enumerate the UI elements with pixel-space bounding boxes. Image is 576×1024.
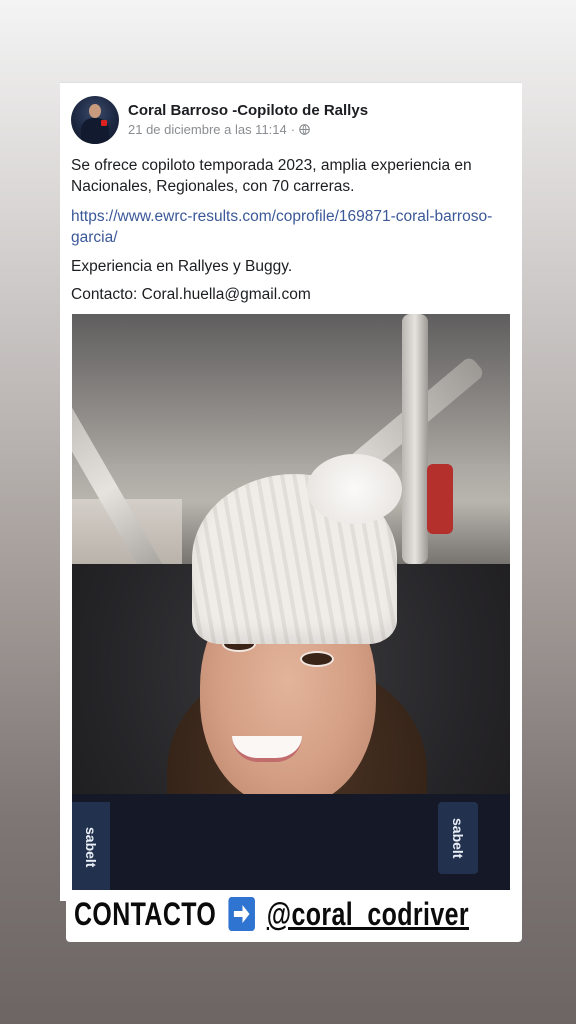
- instagram-handle[interactable]: @coral_codriver: [267, 896, 469, 932]
- post-photo[interactable]: sabelt sabelt: [72, 314, 510, 901]
- avatar-badge: [101, 120, 107, 126]
- author-name[interactable]: Coral Barroso -Copiloto de Rallys: [128, 102, 368, 119]
- contact-line: CONTACTO @coral_codriver: [74, 896, 469, 934]
- post-meta: 21 de diciembre a las 11:14 ·: [128, 122, 310, 137]
- right-eye: [300, 651, 334, 667]
- contact-banner: CONTACTO @coral_codriver: [66, 890, 522, 942]
- right-arrow-icon: [228, 896, 255, 931]
- meta-separator: ·: [290, 122, 296, 137]
- suit-logo-right: sabelt: [438, 802, 478, 874]
- suit-logo-left: sabelt: [72, 802, 110, 892]
- fire-extinguisher: [427, 464, 453, 534]
- globe-icon: [299, 124, 310, 135]
- avatar-face: [89, 104, 101, 118]
- contact-label: CONTACTO: [74, 896, 217, 932]
- post-timestamp[interactable]: 21 de diciembre a las 11:14: [128, 122, 287, 137]
- post-link[interactable]: https://www.ewrc-results.com/coprofile/1…: [71, 206, 511, 248]
- post-text-experience: Experiencia en Rallyes y Buggy.: [71, 258, 293, 275]
- author-avatar[interactable]: [71, 96, 119, 144]
- facebook-post-card: Coral Barroso -Copiloto de Rallys 21 de …: [60, 82, 522, 901]
- beanie-pompom: [307, 454, 402, 524]
- post-text-contact: Contacto: Coral.huella@gmail.com: [71, 286, 311, 303]
- roll-cage-bar: [402, 314, 428, 564]
- post-text-offer: Se ofrece copiloto temporada 2023, ampli…: [71, 157, 472, 195]
